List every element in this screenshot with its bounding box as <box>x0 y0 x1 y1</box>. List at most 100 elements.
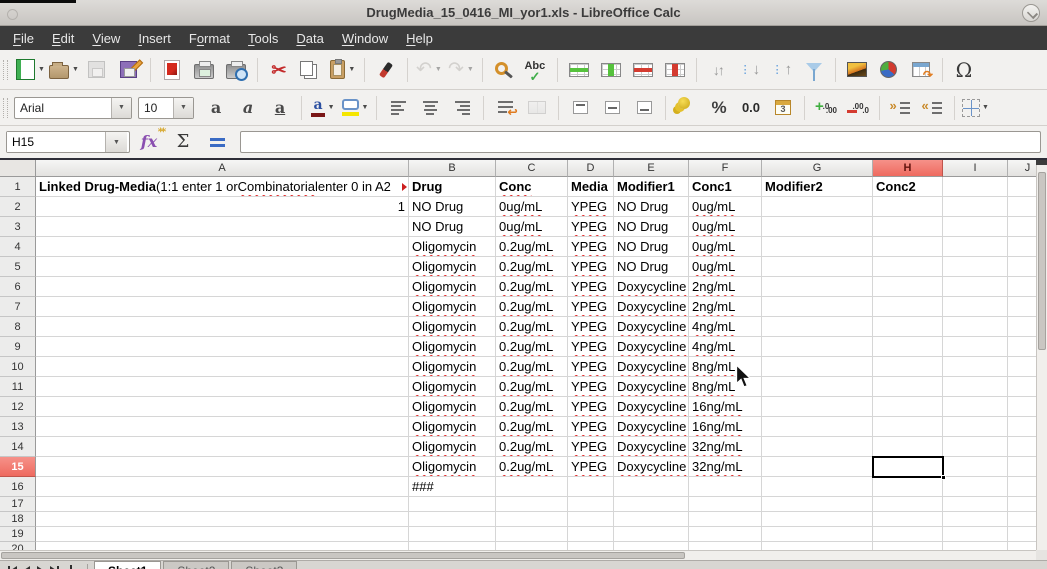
cell-H10[interactable] <box>873 357 943 377</box>
cell-A2[interactable]: 1 <box>36 197 409 217</box>
cell-D18[interactable] <box>568 512 614 527</box>
cell-B17[interactable] <box>409 497 496 512</box>
cell-J15[interactable] <box>1008 457 1036 477</box>
cell-I19[interactable] <box>943 527 1008 542</box>
cell-D6[interactable]: YPEG <box>568 277 614 297</box>
cell-B16[interactable]: ### <box>409 477 496 497</box>
cell-H3[interactable] <box>873 217 943 237</box>
cell-G10[interactable] <box>762 357 873 377</box>
cell-I16[interactable] <box>943 477 1008 497</box>
cell-D2[interactable]: YPEG <box>568 197 614 217</box>
cell-F5[interactable]: 0ug/mL <box>689 257 762 277</box>
menu-edit[interactable]: Edit <box>43 28 83 49</box>
menu-help[interactable]: Help <box>397 28 442 49</box>
menu-data[interactable]: Data <box>287 28 332 49</box>
column-header-F[interactable]: F <box>689 160 762 177</box>
cell-G9[interactable] <box>762 337 873 357</box>
increase-indent-button[interactable] <box>885 93 917 123</box>
cell-C3[interactable]: 0ug/mL <box>496 217 568 237</box>
dropdown-caret-icon[interactable]: ▼ <box>38 66 45 73</box>
cell-J17[interactable] <box>1008 497 1036 512</box>
center-vertically-button[interactable] <box>596 93 628 123</box>
menu-file[interactable]: File <box>4 28 43 49</box>
currency-format-button[interactable] <box>671 93 703 123</box>
cell-B20[interactable] <box>409 542 496 550</box>
cell-D17[interactable] <box>568 497 614 512</box>
row-header-16[interactable]: 16 <box>0 477 36 497</box>
row-header-1[interactable]: 1 <box>0 177 36 197</box>
cell-B19[interactable] <box>409 527 496 542</box>
cell-G6[interactable] <box>762 277 873 297</box>
spelling-button[interactable]: Abc <box>520 55 552 85</box>
cell-F14[interactable]: 32ng/mL <box>689 437 762 457</box>
cell-I8[interactable] <box>943 317 1008 337</box>
cell-C16[interactable] <box>496 477 568 497</box>
horizontal-scrollbar-thumb[interactable] <box>1 552 685 559</box>
cell-F4[interactable]: 0ug/mL <box>689 237 762 257</box>
clone-formatting-button[interactable] <box>370 55 402 85</box>
autofilter-button[interactable] <box>798 55 830 85</box>
cell-H18[interactable] <box>873 512 943 527</box>
cell-G19[interactable] <box>762 527 873 542</box>
cell-J9[interactable] <box>1008 337 1036 357</box>
cell-D9[interactable]: YPEG <box>568 337 614 357</box>
cell-C11[interactable]: 0.2ug/mL <box>496 377 568 397</box>
cell-H2[interactable] <box>873 197 943 217</box>
cell-A11[interactable] <box>36 377 409 397</box>
cell-J16[interactable] <box>1008 477 1036 497</box>
insert-column-button[interactable] <box>595 55 627 85</box>
cell-C1[interactable]: Conc <box>496 177 568 197</box>
cell-C9[interactable]: 0.2ug/mL <box>496 337 568 357</box>
cell-F10[interactable]: 8ng/mL <box>689 357 762 377</box>
row-header-17[interactable]: 17 <box>0 497 36 512</box>
cell-E3[interactable]: NO Drug <box>614 217 689 237</box>
cell-reference-input[interactable] <box>7 132 105 152</box>
row-header-3[interactable]: 3 <box>0 217 36 237</box>
cell-H5[interactable] <box>873 257 943 277</box>
cell-H13[interactable] <box>873 417 943 437</box>
cell-A4[interactable] <box>36 237 409 257</box>
cell-H11[interactable] <box>873 377 943 397</box>
row-header-9[interactable]: 9 <box>0 337 36 357</box>
percent-format-button[interactable]: % <box>703 93 735 123</box>
new-button[interactable]: ▼ <box>14 55 47 85</box>
cell-B11[interactable]: Oligomycin <box>409 377 496 397</box>
input-line[interactable] <box>240 131 1041 153</box>
cell-H8[interactable] <box>873 317 943 337</box>
cell-D7[interactable]: YPEG <box>568 297 614 317</box>
insert-row-button[interactable] <box>563 55 595 85</box>
cell-B4[interactable]: Oligomycin <box>409 237 496 257</box>
cell-F6[interactable]: 2ng/mL <box>689 277 762 297</box>
menu-view[interactable]: View <box>83 28 129 49</box>
cell-I13[interactable] <box>943 417 1008 437</box>
cell-E9[interactable]: Doxycycline <box>614 337 689 357</box>
sum-button[interactable]: Σ <box>168 129 198 155</box>
cell-E10[interactable]: Doxycycline <box>614 357 689 377</box>
cell-D15[interactable]: YPEG <box>568 457 614 477</box>
column-header-E[interactable]: E <box>614 160 689 177</box>
row-header-12[interactable]: 12 <box>0 397 36 417</box>
cell-G17[interactable] <box>762 497 873 512</box>
vertical-scrollbar-thumb[interactable] <box>1038 172 1046 350</box>
row-header-5[interactable]: 5 <box>0 257 36 277</box>
cell-D5[interactable]: YPEG <box>568 257 614 277</box>
formula-button[interactable] <box>202 129 232 155</box>
cell-J4[interactable] <box>1008 237 1036 257</box>
cell-H17[interactable] <box>873 497 943 512</box>
row-header-8[interactable]: 8 <box>0 317 36 337</box>
cell-A12[interactable] <box>36 397 409 417</box>
copy-button[interactable] <box>295 55 327 85</box>
row-header-7[interactable]: 7 <box>0 297 36 317</box>
cell-E5[interactable]: NO Drug <box>614 257 689 277</box>
cell-G1[interactable]: Modifier2 <box>762 177 873 197</box>
cell-J7[interactable] <box>1008 297 1036 317</box>
cell-B14[interactable]: Oligomycin <box>409 437 496 457</box>
cell-C8[interactable]: 0.2ug/mL <box>496 317 568 337</box>
special-character-button[interactable]: Ω <box>948 55 980 85</box>
cell-H14[interactable] <box>873 437 943 457</box>
date-format-button[interactable]: 3 <box>767 93 799 123</box>
toolbar-grip-icon[interactable] <box>3 60 8 80</box>
cell-F20[interactable] <box>689 542 762 550</box>
dropdown-caret-icon[interactable]: ▼ <box>435 66 442 73</box>
align-left-button[interactable] <box>382 93 414 123</box>
